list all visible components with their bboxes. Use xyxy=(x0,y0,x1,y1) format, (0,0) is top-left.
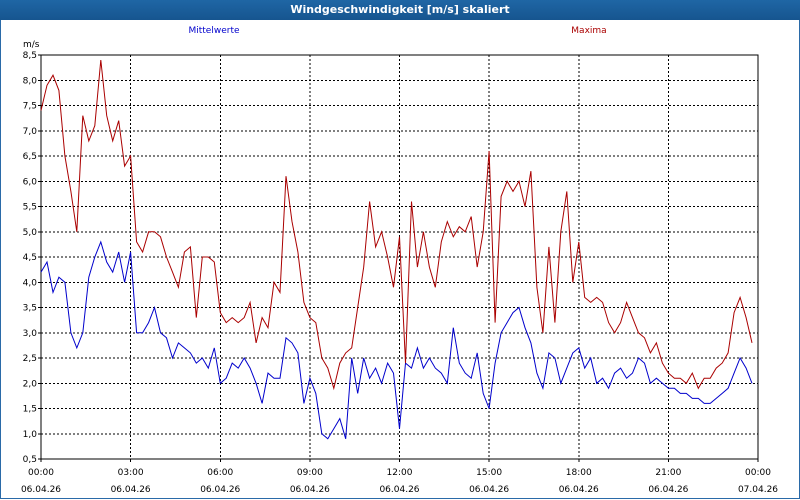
x-tick-date: 06.04.26 xyxy=(648,485,688,495)
y-tick-label: 1,0 xyxy=(23,430,38,440)
x-tick-date: 06.04.26 xyxy=(559,485,599,495)
y-tick-label: 6,0 xyxy=(23,177,38,187)
series-lines xyxy=(40,59,753,440)
x-tick-time: 00:00 xyxy=(28,468,54,478)
x-tick-time: 03:00 xyxy=(118,468,144,478)
y-tick-label: 3,0 xyxy=(23,329,38,339)
x-tick-date: 06.04.26 xyxy=(111,485,151,495)
y-tick-label: 6,5 xyxy=(23,152,37,162)
x-tick-date: 06.04.26 xyxy=(21,485,61,495)
x-tick-time: 12:00 xyxy=(387,468,413,478)
y-tick-label: 8,5 xyxy=(23,51,37,61)
wind-speed-chart: 0,5 1,0 1,5 2,0 2,5 3,0 3,5 4,0 4,5 5,0 5,5 6,0 6,5 7… xyxy=(21,26,778,495)
x-tick-date: 06.04.26 xyxy=(469,485,509,495)
y-tick-label: 2,0 xyxy=(23,379,38,389)
x-tick-time: 06:00 xyxy=(207,468,233,478)
y-tick-label: 4,0 xyxy=(23,278,38,288)
x-tick-time: 15:00 xyxy=(476,468,502,478)
y-tick-label: 1,5 xyxy=(23,405,37,415)
x-tick-time: 18:00 xyxy=(566,468,592,478)
y-tick-label: 7,5 xyxy=(23,102,37,112)
y-tick-label: 5,5 xyxy=(23,203,37,213)
y-tick-label: 0,5 xyxy=(23,455,37,465)
y-tick-label: 3,5 xyxy=(23,304,37,314)
x-tick-time: 00:00 xyxy=(745,468,771,478)
chart-frame: 0,5 1,0 1,5 2,0 2,5 3,0 3,5 4,0 4,5 5,0 5,5 6,0 6,5 7… xyxy=(0,20,800,499)
x-tick-date: 06.04.26 xyxy=(290,485,330,495)
y-tick-label: 2,5 xyxy=(23,354,37,364)
window-title: Windgeschwindigkeit [m/s] skaliert xyxy=(0,0,800,20)
y-tick-label: 7,0 xyxy=(23,127,38,137)
y-axis-unit-label: m/s xyxy=(23,40,40,50)
x-tick-time: 21:00 xyxy=(655,468,681,478)
x-tick-date: 06.04.26 xyxy=(379,485,419,495)
axes xyxy=(38,54,759,462)
legend-mittelwerte: Mittelwerte xyxy=(188,26,239,36)
grid-lines xyxy=(41,54,758,460)
y-tick-label: 4,5 xyxy=(23,253,37,263)
x-tick-time: 09:00 xyxy=(297,468,323,478)
series-line-maxima xyxy=(40,59,753,391)
x-tick-date: 07.04.26 xyxy=(738,485,778,495)
x-tick-date: 06.04.26 xyxy=(200,485,240,495)
y-tick-label: 8,0 xyxy=(23,76,38,86)
legend-maxima: Maxima xyxy=(571,26,606,36)
y-tick-label: 5,0 xyxy=(23,228,38,238)
